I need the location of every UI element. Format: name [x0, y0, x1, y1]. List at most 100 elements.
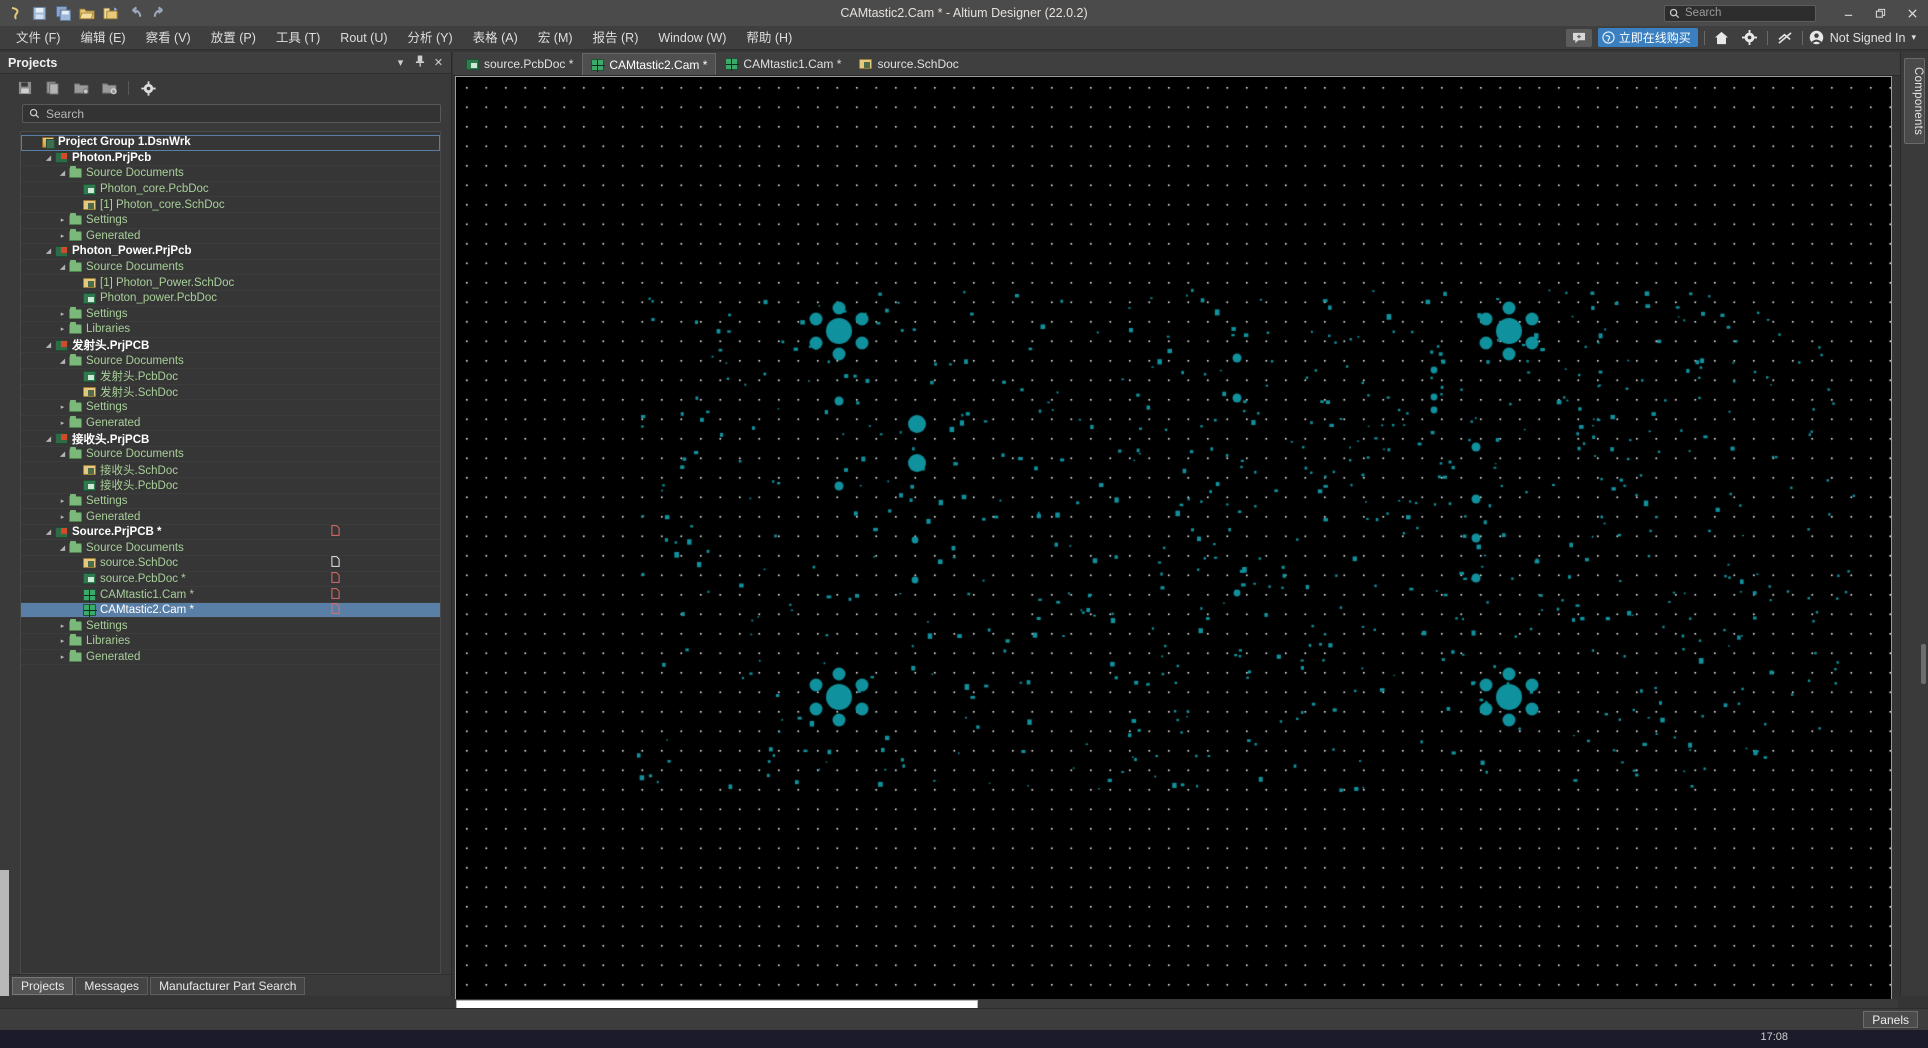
tree-item[interactable]: ◢ Source Documents: [21, 353, 440, 369]
expand-arrow-icon[interactable]: ▸: [57, 653, 68, 661]
expand-arrow-icon[interactable]: ▸: [57, 419, 68, 427]
open-project-icon[interactable]: [100, 2, 122, 24]
collapse-arrow-icon[interactable]: ◢: [43, 341, 54, 349]
window-close-button[interactable]: [1896, 0, 1928, 26]
tree-item[interactable]: ◢ Photon_Power.PrjPcb: [21, 244, 440, 260]
expand-arrow-icon[interactable]: ▸: [57, 513, 68, 521]
menu-file[interactable]: 文件 (F): [6, 26, 70, 50]
menu-place[interactable]: 放置 (P): [201, 26, 266, 50]
open-folder-icon[interactable]: [76, 2, 98, 24]
panel-tab-projects[interactable]: Projects: [12, 976, 74, 995]
global-search-input[interactable]: Search: [1664, 4, 1816, 22]
expand-arrow-icon[interactable]: ▸: [57, 403, 68, 411]
tree-item[interactable]: ▸ Generated: [21, 649, 440, 666]
menu-view[interactable]: 察看 (V): [136, 26, 201, 50]
tree-item[interactable]: ◢ Source.PrjPCB *: [21, 525, 440, 541]
panel-tab-messages[interactable]: Messages: [75, 976, 149, 995]
window-minimize-button[interactable]: [1832, 0, 1864, 26]
panel-resize-handle[interactable]: [1921, 644, 1926, 684]
menu-window[interactable]: Window (W): [648, 26, 736, 50]
tree-item[interactable]: ▸ Generated: [21, 509, 440, 525]
collapse-arrow-icon[interactable]: ◢: [57, 169, 68, 177]
open-project-folder-icon[interactable]: [72, 79, 90, 97]
tree-item[interactable]: [1] Photon_Power.SchDoc: [21, 275, 440, 291]
window-restore-button[interactable]: [1864, 0, 1896, 26]
collapse-arrow-icon[interactable]: ◢: [43, 247, 54, 255]
home-icon[interactable]: [1711, 28, 1733, 48]
panel-menu-icon[interactable]: ▾: [394, 56, 407, 69]
tree-item[interactable]: ▸ Settings: [21, 618, 440, 634]
tree-item[interactable]: ▸ Settings: [21, 213, 440, 229]
tree-item[interactable]: ▸ Generated: [21, 228, 440, 245]
collapse-arrow-icon[interactable]: ◢: [57, 357, 68, 365]
components-panel-tab[interactable]: Components: [1904, 58, 1925, 145]
save-icon[interactable]: [28, 2, 50, 24]
tree-item[interactable]: ▸ Settings: [21, 493, 440, 510]
tree-item[interactable]: Photon_core.PcbDoc: [21, 182, 440, 198]
compile-project-icon[interactable]: [44, 79, 62, 97]
collapse-arrow-icon[interactable]: ◢: [57, 263, 68, 271]
tree-item[interactable]: ◢ Source Documents: [21, 447, 440, 463]
tree-item[interactable]: ▸ Settings: [21, 400, 440, 416]
tree-item[interactable]: 接收头.PcbDoc: [21, 478, 440, 494]
panel-tab-manufacturer-part-search[interactable]: Manufacturer Part Search: [150, 976, 306, 995]
doc-tab-camtastic2-cam[interactable]: CAMtastic2.Cam *: [582, 53, 717, 75]
collapse-arrow-icon[interactable]: ◢: [57, 450, 68, 458]
tree-item[interactable]: CAMtastic2.Cam *: [21, 602, 440, 619]
buy-online-button[interactable]: 立即在线购买: [1597, 28, 1698, 47]
menu-tools[interactable]: 工具 (T): [266, 26, 330, 50]
tree-item[interactable]: ◢ Photon.PrjPcb: [21, 151, 440, 167]
project-options-folder-icon[interactable]: [100, 79, 118, 97]
projects-search-input[interactable]: Search: [22, 104, 441, 123]
tree-item[interactable]: ◢ Source Documents: [21, 166, 440, 182]
tree-item[interactable]: ◢ 接收头.PrjPCB: [21, 431, 440, 447]
tree-item[interactable]: ▸ Settings: [21, 306, 440, 323]
feedback-chat-button[interactable]: [1565, 28, 1592, 47]
menu-table[interactable]: 表格 (A): [463, 26, 528, 50]
save-all-icon[interactable]: [52, 2, 74, 24]
expand-arrow-icon[interactable]: ▸: [57, 232, 68, 240]
menu-report[interactable]: 报告 (R): [583, 26, 649, 50]
tree-item[interactable]: source.PcbDoc *: [21, 572, 440, 588]
tree-item[interactable]: 发射头.PcbDoc: [21, 369, 440, 385]
collapse-arrow-icon[interactable]: ◢: [43, 435, 54, 443]
expand-arrow-icon[interactable]: ▸: [57, 637, 68, 645]
tree-item[interactable]: CAMtastic1.Cam *: [21, 587, 440, 603]
no-connection-icon[interactable]: [1774, 28, 1796, 48]
collapse-arrow-icon[interactable]: ◢: [43, 154, 54, 162]
doc-tab-source-pcbdoc[interactable]: source.PcbDoc *: [457, 53, 582, 75]
expand-arrow-icon[interactable]: ▸: [57, 216, 68, 224]
settings-gear-icon[interactable]: [139, 79, 157, 97]
menu-analysis[interactable]: 分析 (Y): [398, 26, 463, 50]
doc-tab-camtastic1-cam[interactable]: CAMtastic1.Cam *: [716, 53, 850, 75]
redo-icon[interactable]: [148, 2, 170, 24]
tree-item[interactable]: ▸ Generated: [21, 415, 440, 432]
tree-item[interactable]: ◢ Source Documents: [21, 540, 440, 557]
altium-logo-icon[interactable]: [4, 2, 26, 24]
expand-arrow-icon[interactable]: ▸: [57, 325, 68, 333]
tree-item[interactable]: ◢ Source Documents: [21, 260, 440, 276]
tree-item[interactable]: ▸ Libraries: [21, 634, 440, 650]
tree-item[interactable]: Project Group 1.DsnWrk: [21, 135, 440, 151]
collapse-arrow-icon[interactable]: ◢: [43, 528, 54, 536]
undo-icon[interactable]: [124, 2, 146, 24]
tree-item[interactable]: source.SchDoc: [21, 556, 440, 572]
project-tree[interactable]: Project Group 1.DsnWrk ◢ Photon.PrjPcb ◢ Sou…: [20, 131, 441, 974]
menu-help[interactable]: 帮助 (H): [736, 26, 802, 50]
gear-icon[interactable]: [1739, 28, 1761, 48]
expand-arrow-icon[interactable]: ▸: [57, 497, 68, 505]
collapse-arrow-icon[interactable]: ◢: [57, 544, 68, 552]
tree-item[interactable]: [1] Photon_core.SchDoc: [21, 197, 440, 213]
panel-pin-icon[interactable]: [413, 55, 426, 70]
cam-canvas[interactable]: [455, 76, 1892, 1000]
tree-item[interactable]: Photon_power.PcbDoc: [21, 291, 440, 307]
doc-tab-source-schdoc[interactable]: source.SchDoc: [850, 53, 967, 75]
tree-item[interactable]: 发射头.SchDoc: [21, 385, 440, 401]
tree-item[interactable]: ▸ Libraries: [21, 322, 440, 338]
tree-item[interactable]: ◢ 发射头.PrjPCB: [21, 338, 440, 354]
save-project-icon[interactable]: [16, 79, 34, 97]
account-button[interactable]: Not Signed In ▾: [1809, 30, 1920, 45]
menu-edit[interactable]: 编辑 (E): [70, 26, 135, 50]
expand-arrow-icon[interactable]: ▸: [57, 622, 68, 630]
panels-button[interactable]: Panels: [1863, 1011, 1918, 1028]
